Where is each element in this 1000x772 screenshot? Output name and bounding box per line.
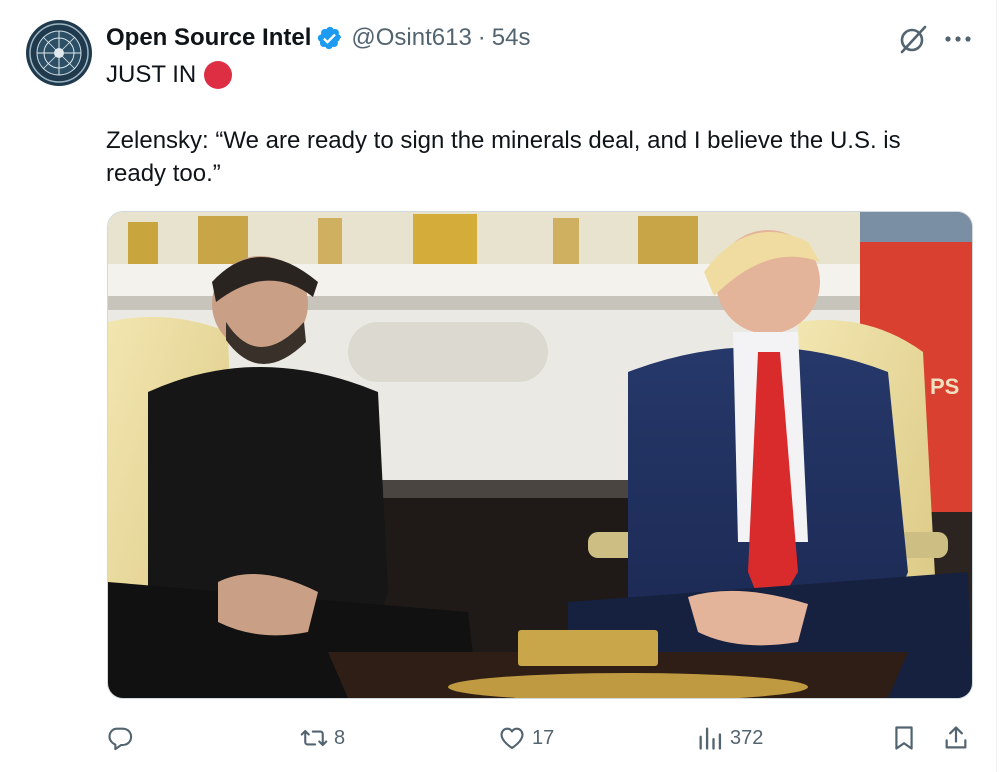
photo-illustration: PS bbox=[108, 212, 972, 698]
tweet-actions: 8 17 372 bbox=[0, 716, 1000, 760]
tweet-timestamp[interactable]: 54s bbox=[492, 24, 531, 52]
column-divider bbox=[996, 0, 997, 772]
view-count: 372 bbox=[730, 726, 764, 749]
retweet-count: 8 bbox=[334, 726, 346, 749]
author-handle[interactable]: @Osint613 bbox=[351, 24, 471, 52]
reply-icon bbox=[108, 727, 133, 751]
share-icon bbox=[945, 726, 967, 749]
like-button[interactable]: 17 bbox=[498, 722, 554, 754]
more-options-button[interactable] bbox=[940, 22, 976, 56]
share-button[interactable] bbox=[942, 722, 970, 754]
bookmark-button[interactable] bbox=[890, 722, 918, 754]
just-in-text: JUST IN bbox=[106, 61, 197, 88]
red-circle-emoji-icon bbox=[204, 61, 233, 89]
heart-icon bbox=[500, 727, 524, 749]
views-icon bbox=[699, 727, 722, 750]
retweet-button[interactable]: 8 bbox=[300, 722, 345, 754]
grok-button[interactable] bbox=[896, 22, 930, 56]
verified-badge-icon bbox=[318, 26, 342, 50]
reply-button[interactable] bbox=[106, 722, 140, 754]
grok-icon bbox=[900, 25, 927, 54]
more-dots-icon bbox=[945, 36, 971, 42]
like-count: 17 bbox=[532, 726, 555, 749]
header-separator: · bbox=[477, 24, 486, 51]
author-name[interactable]: Open Source Intel bbox=[106, 24, 311, 52]
views-button[interactable]: 372 bbox=[696, 722, 763, 754]
tweet-headline: JUST IN bbox=[106, 60, 233, 90]
tweet-header: Open Source Intel @Osint613 · 54s bbox=[106, 20, 531, 56]
flag-text: PS bbox=[930, 374, 959, 399]
tweet-photo[interactable]: PS bbox=[107, 211, 973, 699]
bookmark-icon bbox=[895, 726, 913, 750]
retweet-icon bbox=[300, 729, 328, 747]
osint-logo-icon bbox=[26, 20, 92, 86]
tweet-body: Zelensky: “We are ready to sign the mine… bbox=[106, 127, 901, 187]
avatar[interactable] bbox=[26, 20, 92, 86]
